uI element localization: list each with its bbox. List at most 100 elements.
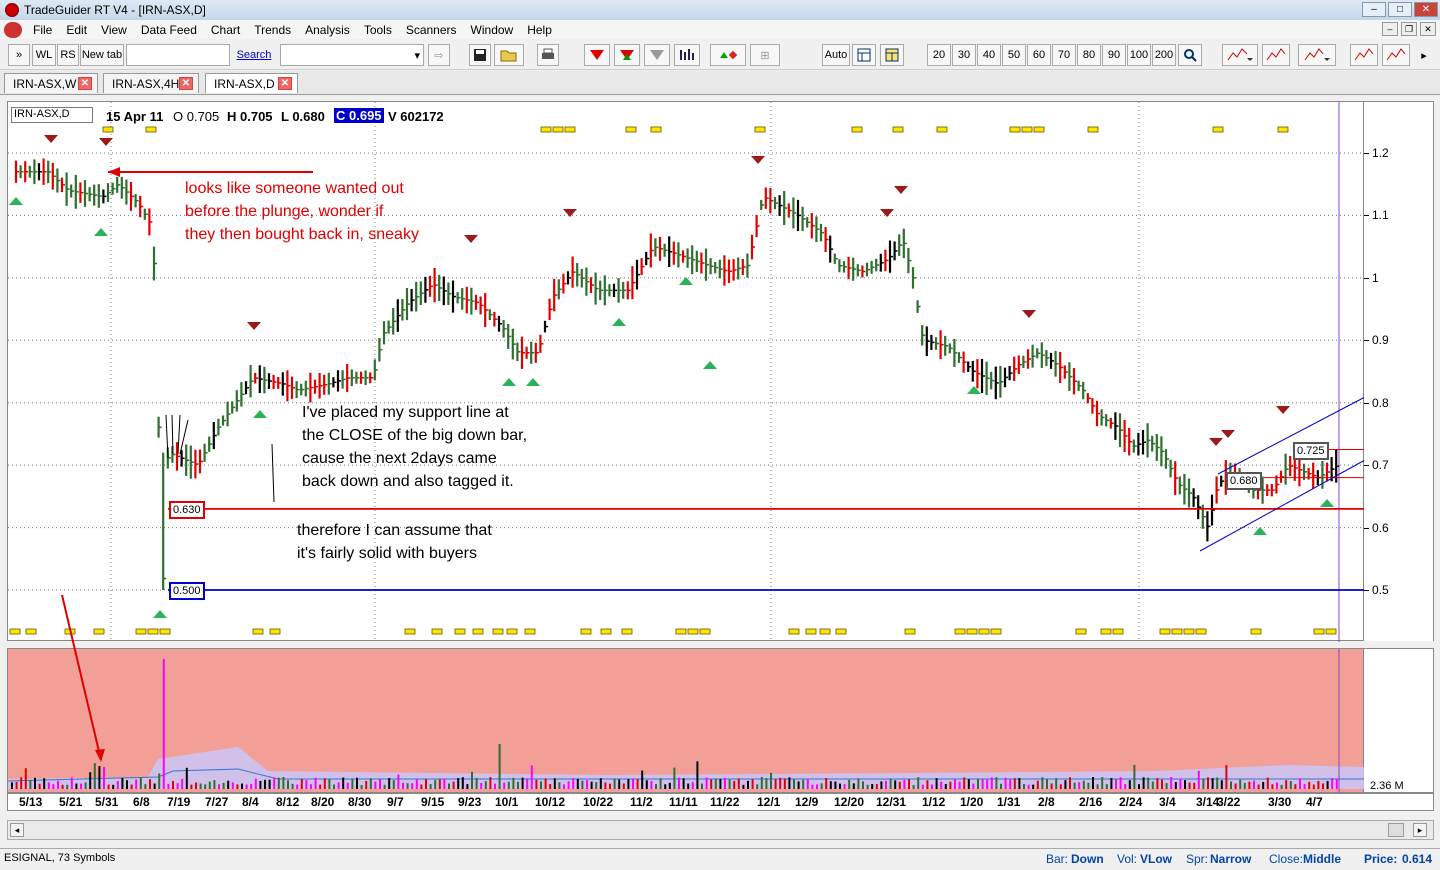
period-80-button[interactable]: 80 xyxy=(1077,44,1101,66)
up-arrow-marker xyxy=(679,277,693,285)
signals-icon[interactable] xyxy=(710,44,746,66)
price-tick-label: 1 xyxy=(1372,270,1379,285)
chart-style-2-icon[interactable] xyxy=(1262,44,1290,66)
menu-analysis[interactable]: Analysis xyxy=(298,23,357,37)
date-tick-label: 12/31 xyxy=(876,795,907,809)
minimize-button[interactable]: – xyxy=(1362,2,1386,17)
status-vol-label: Vol: xyxy=(1117,852,1138,866)
maximize-button[interactable]: □ xyxy=(1388,2,1412,17)
chart-style-5-icon[interactable] xyxy=(1382,44,1410,66)
menu-help[interactable]: Help xyxy=(520,23,559,37)
price-tick xyxy=(1364,153,1369,154)
wl-button[interactable]: WL xyxy=(32,44,56,66)
period-20-button[interactable]: 20 xyxy=(927,44,951,66)
chart-style-1-icon[interactable] xyxy=(1222,44,1258,66)
period-50-button[interactable]: 50 xyxy=(1002,44,1026,66)
menu-edit[interactable]: Edit xyxy=(59,23,94,37)
mdi-restore-button[interactable]: ❐ xyxy=(1401,22,1417,36)
indicator-dash xyxy=(1159,628,1171,635)
up-arrow-marker xyxy=(502,378,516,386)
layout2-icon[interactable] xyxy=(880,44,904,66)
tab-irn-asx-4h[interactable]: IRN-ASX,4H ✕ xyxy=(103,73,199,93)
pointer-arrow xyxy=(271,443,275,503)
close-icon[interactable]: ✕ xyxy=(179,77,193,90)
symbol-box[interactable]: IRN-ASX,D xyxy=(11,107,93,123)
period-70-button[interactable]: 70 xyxy=(1052,44,1076,66)
menu-window[interactable]: Window xyxy=(464,23,521,37)
date-tick-label: 7/27 xyxy=(205,795,229,809)
scroll-right-button[interactable]: ▸ xyxy=(1413,823,1427,837)
date-tick-label: 12/9 xyxy=(795,795,819,809)
chart-style-4-icon[interactable] xyxy=(1350,44,1378,66)
price-scale[interactable]: 1.2 1.1 1 0.9 0.8 0.7 0.6 0.5 xyxy=(1364,101,1434,641)
go-button[interactable]: ⇨ xyxy=(428,44,450,66)
up-arrow-marker xyxy=(967,386,981,394)
expand-button[interactable]: » xyxy=(8,44,30,66)
price-tick-label: 1.2 xyxy=(1372,146,1389,160)
horizontal-scrollbar[interactable]: ◂ ▸ xyxy=(7,820,1434,840)
toolbar-overflow-icon[interactable]: ▸ xyxy=(1414,44,1434,66)
chart-info-bar: IRN-ASX,D 15 Apr 11 O 0.705 H 0.705 L 0.… xyxy=(8,102,508,124)
indicator-dash xyxy=(252,628,264,635)
indicator-dash xyxy=(159,628,171,635)
period-100-button[interactable]: 100 xyxy=(1127,44,1151,66)
mdi-minimize-button[interactable]: – xyxy=(1382,22,1398,36)
bar-gray-icon[interactable] xyxy=(644,44,670,66)
layout-icon[interactable] xyxy=(852,44,876,66)
chart-style-3-icon[interactable] xyxy=(1298,44,1336,66)
bars-icon[interactable] xyxy=(674,44,700,66)
close-icon[interactable]: ✕ xyxy=(78,77,92,90)
menu-chart[interactable]: Chart xyxy=(204,23,247,37)
date-tick-label: 8/4 xyxy=(242,795,259,809)
date-tick-label: 12/1 xyxy=(757,795,781,809)
menu-tools[interactable]: Tools xyxy=(357,23,399,37)
open-button[interactable] xyxy=(494,44,524,66)
bar-down-icon[interactable] xyxy=(584,44,610,66)
scroll-left-button[interactable]: ◂ xyxy=(10,823,24,837)
date-axis: 5/13 5/21 5/31 6/8 7/19 7/27 8/4 8/12 8/20 8/30 9/… xyxy=(7,793,1434,811)
close-button[interactable]: ✕ xyxy=(1414,2,1438,17)
price-chart[interactable]: IRN-ASX,D 15 Apr 11 O 0.705 H 0.705 L 0.… xyxy=(7,101,1365,642)
save-button[interactable] xyxy=(469,44,491,66)
print-button[interactable] xyxy=(537,44,559,66)
volume-panel[interactable] xyxy=(7,648,1365,794)
menu-scanners[interactable]: Scanners xyxy=(399,23,464,37)
grid-toggle-icon[interactable]: ⊞ xyxy=(750,44,780,66)
new-tab-button[interactable]: New tab xyxy=(80,44,124,66)
period-40-button[interactable]: 40 xyxy=(977,44,1001,66)
bar-mixed-icon[interactable] xyxy=(614,44,640,66)
indicator-dash xyxy=(472,628,484,635)
tab-irn-asx-d[interactable]: IRN-ASX,D ✕ xyxy=(205,73,298,93)
pointer-arrow xyxy=(177,414,181,455)
indicator-dash xyxy=(625,126,637,133)
search-dropdown[interactable]: ▾ xyxy=(280,44,424,66)
indicator-dash xyxy=(147,628,159,635)
menu-file[interactable]: File xyxy=(26,23,59,37)
indicator-dash xyxy=(788,628,800,635)
period-30-button[interactable]: 30 xyxy=(952,44,976,66)
date-tick-label: 9/15 xyxy=(421,795,445,809)
period-60-button[interactable]: 60 xyxy=(1027,44,1051,66)
tab-irn-asx-w[interactable]: IRN-ASX,W ✕ xyxy=(4,73,98,93)
search-link[interactable]: Search xyxy=(232,44,276,66)
scroll-thumb[interactable] xyxy=(1388,823,1404,837)
down-arrow-marker xyxy=(1022,310,1036,318)
symbol-input[interactable] xyxy=(126,44,230,66)
indicator-dash xyxy=(404,628,416,635)
indicator-dash xyxy=(524,628,536,635)
menu-data-feed[interactable]: Data Feed xyxy=(134,23,204,37)
rs-button[interactable]: RS xyxy=(57,44,79,66)
zoom-icon[interactable] xyxy=(1178,44,1202,66)
mdi-close-button[interactable]: ✕ xyxy=(1420,22,1436,36)
price-tick-label: 0.7 xyxy=(1372,458,1389,473)
period-200-button[interactable]: 200 xyxy=(1152,44,1176,66)
doc-icon[interactable] xyxy=(4,21,22,38)
close-icon[interactable]: ✕ xyxy=(278,77,292,90)
period-90-button[interactable]: 90 xyxy=(1102,44,1126,66)
auto-button[interactable]: Auto xyxy=(822,44,850,66)
indicator-dash xyxy=(1325,628,1337,635)
down-arrow-marker xyxy=(1221,430,1235,438)
price-tick-label: 0.9 xyxy=(1372,333,1389,348)
menu-trends[interactable]: Trends xyxy=(247,23,298,37)
menu-view[interactable]: View xyxy=(94,23,134,37)
